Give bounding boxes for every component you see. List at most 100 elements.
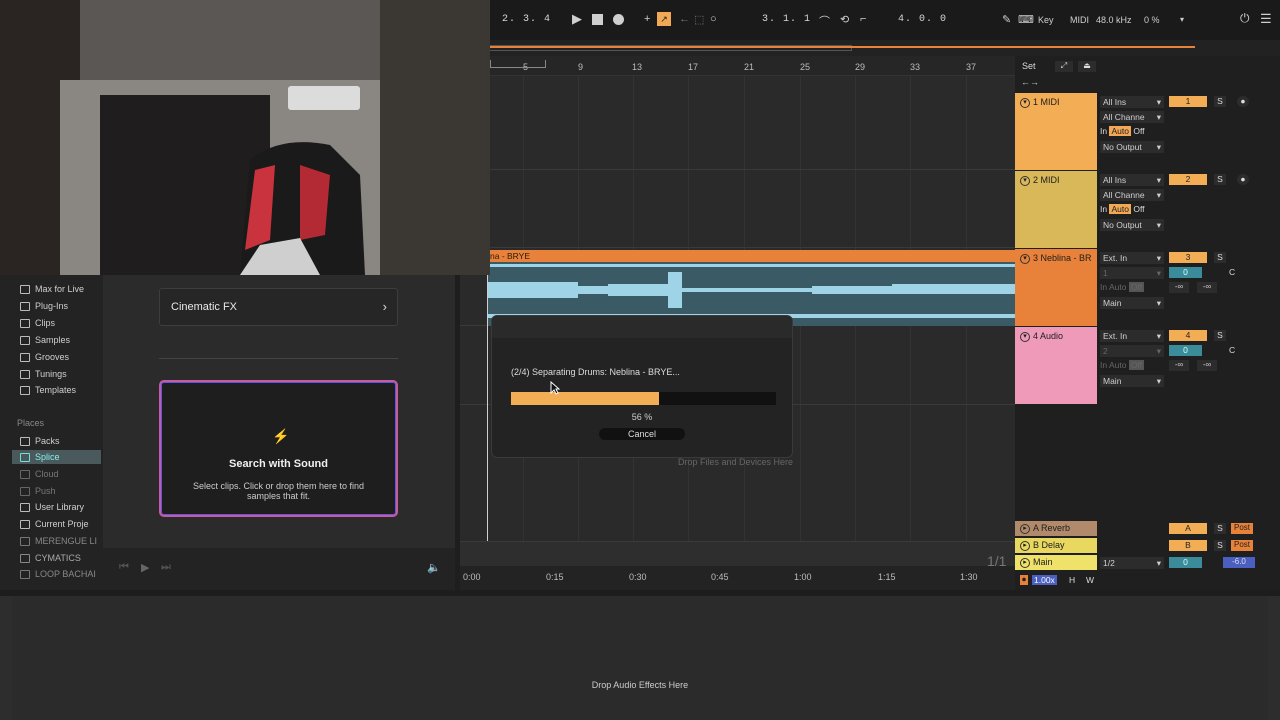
stop-icon[interactable]	[592, 14, 603, 25]
input-type-select[interactable]: All Ins ▾	[1100, 174, 1164, 186]
capture-icon[interactable]: ⬚	[694, 13, 704, 26]
punch-out-icon[interactable]: ⌐	[860, 13, 866, 25]
monitor-switch[interactable]: In Auto Off	[1100, 282, 1145, 292]
fold-icon[interactable]: ▸	[1020, 557, 1030, 568]
place-user-library[interactable]: User Library	[20, 500, 84, 514]
return-track-header[interactable]: ▸ A Reverb	[1015, 521, 1097, 536]
preview-play-icon[interactable]: ▶	[141, 561, 149, 574]
track-header[interactable]: ▾ 4 Audio	[1015, 327, 1097, 404]
fold-icon[interactable]: ▾	[1020, 331, 1030, 342]
track-activator[interactable]: 3	[1169, 252, 1207, 263]
previous-icon[interactable]: ⏮	[119, 561, 129, 574]
place-packs[interactable]: Packs	[20, 434, 60, 448]
place-push[interactable]: Push	[20, 484, 56, 498]
loop-start[interactable]: 3. 1. 1	[762, 14, 811, 25]
pan-field[interactable]: C	[1229, 345, 1235, 355]
send-a-field[interactable]: -∞	[1169, 360, 1189, 371]
place-folder[interactable]: CYMATICS	[20, 551, 81, 565]
zoom-field[interactable]: 1.00x	[1032, 575, 1057, 585]
fold-icon[interactable]: ▾	[1020, 97, 1030, 108]
main-track-header[interactable]: ▸ Main	[1015, 555, 1097, 570]
loop-brace[interactable]	[490, 60, 546, 68]
post-button[interactable]: Post	[1231, 540, 1253, 551]
input-type-select[interactable]: All Ins ▾	[1100, 96, 1164, 108]
song-position[interactable]: 2. 3. 4	[502, 14, 551, 25]
key-map-button[interactable]: Key	[1038, 15, 1054, 25]
input-channel-select[interactable]: All Channe ▾	[1100, 189, 1164, 201]
device-chain[interactable]	[12, 596, 1268, 720]
input-channel-select[interactable]: All Channe ▾	[1100, 111, 1164, 123]
output-select[interactable]: Main ▾	[1100, 297, 1164, 309]
main-db-field[interactable]: -6.0	[1223, 557, 1255, 568]
place-current-project[interactable]: Current Proje	[20, 517, 89, 531]
post-button[interactable]: Post	[1231, 523, 1253, 534]
track-header[interactable]: ▾ 1 MIDI	[1015, 93, 1097, 170]
midi-map-button[interactable]: MIDI	[1070, 15, 1089, 25]
search-with-sound-dropzone[interactable]: ⚡ Search with Sound Select clips. Click …	[159, 380, 398, 517]
place-cloud[interactable]: Cloud	[20, 467, 59, 481]
send-b-field[interactable]: -∞	[1197, 282, 1217, 293]
set-button[interactable]: Set	[1022, 61, 1036, 71]
output-select[interactable]: No Output ▾	[1100, 141, 1164, 153]
input-channel-select[interactable]: 2 ▾	[1100, 345, 1164, 357]
sidebar-item-clips[interactable]: Clips	[20, 316, 55, 330]
fold-icon[interactable]: ▾	[1020, 175, 1030, 186]
monitor-switch[interactable]: In Auto Off	[1100, 126, 1145, 136]
time-ruler[interactable]: 0:00 0:15 0:30 0:45 1:00 1:15 1:30	[460, 566, 1015, 590]
input-type-select[interactable]: Ext. In ▾	[1100, 252, 1164, 264]
input-channel-select[interactable]: 1 ▾	[1100, 267, 1164, 279]
solo-button[interactable]: S	[1214, 174, 1226, 185]
input-type-select[interactable]: Ext. In ▾	[1100, 330, 1164, 342]
return-track-header[interactable]: ▸ B Delay	[1015, 538, 1097, 553]
w-button[interactable]: W	[1086, 575, 1094, 585]
sidebar-item-templates[interactable]: Templates	[20, 383, 76, 397]
place-folder[interactable]: MERENGUE LI	[20, 534, 97, 548]
fold-icon[interactable]: ▸	[1020, 540, 1030, 551]
expand-icon[interactable]: ⤢	[1055, 61, 1073, 72]
output-select[interactable]: Main ▾	[1100, 375, 1164, 387]
lock-icon[interactable]: ⏏	[1078, 61, 1096, 72]
track-activator[interactable]: 1	[1169, 96, 1207, 107]
automation-arm-icon[interactable]: ↗	[657, 12, 671, 26]
cue-out-select[interactable]: 1/2 ▾	[1100, 557, 1164, 569]
power-icon[interactable]: ⏻	[1240, 11, 1250, 26]
nav-arrows-icon[interactable]: ←→	[1021, 77, 1039, 87]
track-activator[interactable]: 2	[1169, 174, 1207, 185]
draw-mode-icon[interactable]: ✎	[1002, 13, 1011, 26]
place-folder[interactable]: LOOP BACHAI	[20, 567, 96, 581]
clip-title[interactable]: na - BRYE	[488, 250, 1015, 262]
pan-field[interactable]: C	[1229, 267, 1235, 277]
place-splice[interactable]: Splice	[12, 450, 101, 464]
cancel-button[interactable]: Cancel	[599, 428, 685, 440]
monitor-switch[interactable]: In Auto Off	[1100, 360, 1145, 370]
track-activator[interactable]: 4	[1169, 330, 1207, 341]
output-select[interactable]: No Output ▾	[1100, 219, 1164, 231]
arm-button[interactable]: ●	[1237, 174, 1249, 185]
solo-button[interactable]: S	[1214, 540, 1226, 551]
volume-field[interactable]: 0	[1169, 267, 1202, 278]
session-record-icon[interactable]: ○	[710, 13, 717, 25]
loop-length[interactable]: 4. 0. 0	[898, 14, 947, 25]
sidebar-item-samples[interactable]: Samples	[20, 333, 70, 347]
record-icon[interactable]	[613, 14, 624, 25]
arm-button[interactable]: ●	[1237, 96, 1249, 107]
next-icon[interactable]: ⏭	[161, 561, 171, 574]
fold-icon[interactable]: ▾	[1020, 253, 1030, 264]
menu-icon[interactable]: ☰	[1260, 11, 1272, 27]
main-volume-field[interactable]: 0	[1169, 557, 1202, 568]
sidebar-item-grooves[interactable]: Grooves	[20, 350, 69, 364]
device-panel[interactable]: Drop Audio Effects Here	[0, 590, 1280, 720]
loop-icon[interactable]: ⟲	[840, 13, 849, 26]
solo-button[interactable]: S	[1214, 96, 1226, 107]
sidebar-item-max-for-live[interactable]: Max for Live	[20, 282, 84, 296]
play-icon[interactable]: ▶	[572, 11, 582, 27]
category-button[interactable]: Cinematic FX ›	[159, 288, 398, 326]
fold-icon[interactable]: ▸	[1020, 523, 1030, 534]
solo-button[interactable]: S	[1214, 523, 1226, 534]
solo-button[interactable]: S	[1214, 252, 1226, 263]
solo-mode-icon[interactable]: ⏺	[1020, 575, 1028, 585]
cpu-dropdown-icon[interactable]: ▾	[1180, 15, 1184, 24]
computer-keyboard-icon[interactable]: ⌨	[1018, 13, 1034, 26]
arrangement-overview[interactable]	[490, 40, 1280, 56]
volume-icon[interactable]: 🔈	[427, 561, 441, 574]
